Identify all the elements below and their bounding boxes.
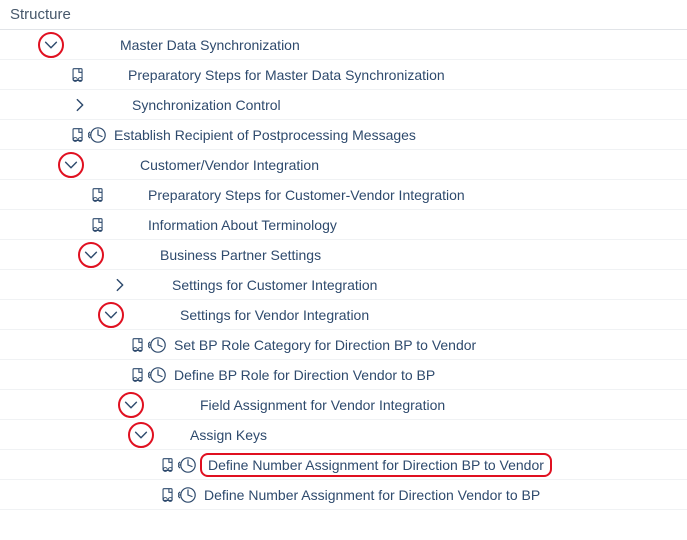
- tree-node-label[interactable]: Information About Terminology: [144, 217, 337, 233]
- tree-node-r14[interactable]: Define Number Assignment for Direction B…: [0, 450, 687, 480]
- chevron-right-icon[interactable]: [110, 275, 130, 295]
- tree-node-label[interactable]: Set BP Role Category for Direction BP to…: [170, 337, 476, 353]
- chevron-right-icon[interactable]: [70, 95, 90, 115]
- tree-node-label[interactable]: Settings for Vendor Integration: [176, 307, 369, 323]
- chevron-down-icon[interactable]: [41, 35, 61, 55]
- activity-clock-icon[interactable]: [148, 335, 168, 355]
- document-icon: [68, 66, 88, 84]
- structure-tree: Master Data Synchronization Preparatory S…: [0, 30, 687, 510]
- chevron-down-icon[interactable]: [121, 395, 141, 415]
- tree-node-r4[interactable]: Customer/Vendor Integration: [0, 150, 687, 180]
- tree-node-label[interactable]: Preparatory Steps for Master Data Synchr…: [124, 67, 445, 83]
- tree-node-r15[interactable]: Define Number Assignment for Direction V…: [0, 480, 687, 510]
- tree-node-r6[interactable]: Information About Terminology: [0, 210, 687, 240]
- tree-node-label[interactable]: Preparatory Steps for Customer-Vendor In…: [144, 187, 465, 203]
- tree-node-label[interactable]: Business Partner Settings: [156, 247, 321, 263]
- tree-node-label[interactable]: Establish Recipient of Postprocessing Me…: [110, 127, 416, 143]
- tree-node-r1[interactable]: Preparatory Steps for Master Data Synchr…: [0, 60, 687, 90]
- document-icon: [128, 336, 148, 354]
- chevron-down-icon[interactable]: [81, 245, 101, 265]
- tree-node-label[interactable]: Master Data Synchronization: [116, 37, 300, 53]
- activity-clock-icon[interactable]: [88, 125, 108, 145]
- tree-node-r13[interactable]: Assign Keys: [0, 420, 687, 450]
- highlight-ring: [58, 152, 84, 178]
- highlight-ring: [128, 422, 154, 448]
- tree-node-label[interactable]: Assign Keys: [186, 427, 267, 443]
- tree-node-label[interactable]: Define Number Assignment for Direction V…: [200, 487, 540, 503]
- tree-node-r12[interactable]: Field Assignment for Vendor Integration: [0, 390, 687, 420]
- tree-node-r3[interactable]: Establish Recipient of Postprocessing Me…: [0, 120, 687, 150]
- document-icon: [88, 216, 108, 234]
- tree-node-label[interactable]: Define Number Assignment for Direction B…: [200, 453, 552, 477]
- activity-clock-icon[interactable]: [148, 365, 168, 385]
- tree-node-r7[interactable]: Business Partner Settings: [0, 240, 687, 270]
- activity-clock-icon[interactable]: [178, 455, 198, 475]
- activity-clock-icon[interactable]: [178, 485, 198, 505]
- tree-node-r5[interactable]: Preparatory Steps for Customer-Vendor In…: [0, 180, 687, 210]
- tree-node-r10[interactable]: Set BP Role Category for Direction BP to…: [0, 330, 687, 360]
- tree-node-label[interactable]: Customer/Vendor Integration: [136, 157, 319, 173]
- tree-node-r11[interactable]: Define BP Role for Direction Vendor to B…: [0, 360, 687, 390]
- tree-node-r0[interactable]: Master Data Synchronization: [0, 30, 687, 60]
- document-icon: [68, 126, 88, 144]
- structure-title: Structure: [10, 6, 71, 23]
- tree-node-label[interactable]: Synchronization Control: [128, 97, 281, 113]
- document-icon: [128, 366, 148, 384]
- tree-node-r2[interactable]: Synchronization Control: [0, 90, 687, 120]
- tree-node-label[interactable]: Settings for Customer Integration: [168, 277, 377, 293]
- tree-node-label[interactable]: Define BP Role for Direction Vendor to B…: [170, 367, 435, 383]
- highlight-ring: [38, 32, 64, 58]
- chevron-down-icon[interactable]: [101, 305, 121, 325]
- highlight-ring: [78, 242, 104, 268]
- document-icon: [88, 186, 108, 204]
- document-icon: [158, 456, 178, 474]
- chevron-down-icon[interactable]: [131, 425, 151, 445]
- tree-node-r9[interactable]: Settings for Vendor Integration: [0, 300, 687, 330]
- tree-node-label[interactable]: Field Assignment for Vendor Integration: [196, 397, 445, 413]
- chevron-down-icon[interactable]: [61, 155, 81, 175]
- structure-header: Structure: [0, 0, 687, 30]
- highlight-ring: [98, 302, 124, 328]
- highlight-ring: [118, 392, 144, 418]
- document-icon: [158, 486, 178, 504]
- tree-node-r8[interactable]: Settings for Customer Integration: [0, 270, 687, 300]
